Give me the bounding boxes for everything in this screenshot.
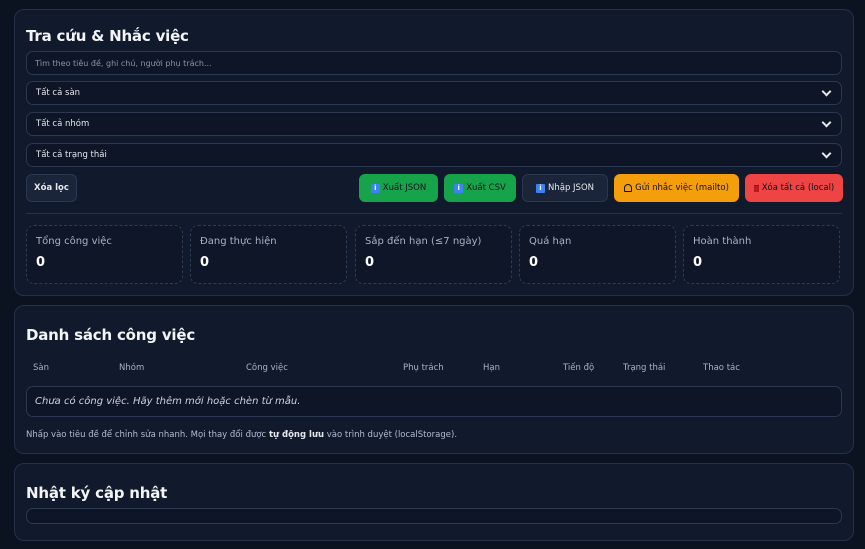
filter-san-select[interactable]: Tất cả sàn (26, 81, 842, 105)
import-json-label: Nhập JSON (547, 183, 594, 193)
delete-all-button[interactable]: Xóa tất cả (local) (745, 174, 843, 202)
update-log-panel: Nhật ký cập nhật (14, 463, 854, 541)
info-icon: i (454, 183, 464, 193)
hint-text-end: vào trình duyệt (localStorage). (324, 430, 458, 440)
column-header-trang-thai[interactable]: Trạng thái (623, 363, 665, 373)
hint-bold-text: tự động lưu (268, 430, 325, 440)
filter-nhom-select[interactable]: Tất cả nhóm (26, 112, 842, 136)
filter-san-value: Tất cả sàn (36, 88, 81, 98)
update-log-title: Nhật ký cập nhật (26, 484, 168, 502)
column-header-nhom[interactable]: Nhóm (119, 363, 144, 373)
column-header-phu-trach[interactable]: Phụ trách (403, 363, 444, 373)
search-panel-title: Tra cứu & Nhắc việc (26, 27, 189, 45)
chevron-down-icon (821, 148, 832, 158)
export-csv-label: Xuất CSV (466, 183, 506, 193)
export-json-button[interactable]: i Xuất JSON (359, 174, 438, 202)
column-header-cong-viec[interactable]: Công việc (246, 363, 288, 373)
search-input[interactable] (26, 51, 842, 75)
empty-state-row: Chưa có công việc. Hãy thêm mới hoặc chè… (26, 386, 842, 417)
stat-overdue: Quá hạn 0 (519, 225, 676, 284)
column-header-san[interactable]: Sàn (33, 363, 49, 373)
send-reminder-button[interactable]: Gửi nhắc việc (mailto) (614, 174, 739, 202)
delete-all-label: Xóa tất cả (local) (761, 183, 835, 193)
clear-filter-button[interactable]: Xóa lọc (26, 174, 77, 202)
stat-value: 0 (529, 255, 539, 270)
filter-status-value: Tất cả trạng thái (36, 150, 107, 160)
stat-due-soon: Sắp đến hạn (≤7 ngày) 0 (355, 225, 512, 284)
clear-filter-label: Xóa lọc (34, 183, 69, 193)
column-header-han[interactable]: Hạn (483, 363, 500, 373)
task-list-panel: Danh sách công việc Sàn Nhóm Công việc P… (14, 305, 854, 454)
trash-icon (753, 184, 759, 192)
task-list-title: Danh sách công việc (26, 326, 196, 344)
hint-text: Nhấp vào tiêu đề để chỉnh sửa nhanh. Mọi… (26, 430, 269, 440)
chevron-down-icon (821, 117, 832, 127)
stat-value: 0 (36, 255, 46, 270)
stat-value: 0 (200, 255, 210, 270)
column-header-tien-do[interactable]: Tiến độ (563, 363, 594, 373)
autosave-hint: Nhấp vào tiêu đề để chỉnh sửa nhanh. Mọi… (26, 430, 457, 440)
column-header-thao-tac: Thao tác (703, 363, 740, 373)
export-json-label: Xuất JSON (382, 183, 427, 193)
stat-value: 0 (365, 255, 375, 270)
stat-value: 0 (693, 255, 703, 270)
stat-label: Quá hạn (529, 236, 572, 247)
stat-in-progress: Đang thực hiện 0 (190, 225, 347, 284)
export-csv-button[interactable]: i Xuất CSV (444, 174, 516, 202)
bell-icon (624, 184, 633, 192)
info-icon: i (535, 183, 545, 193)
filter-nhom-value: Tất cả nhóm (36, 119, 90, 129)
stat-label: Đang thực hiện (200, 236, 277, 247)
update-log-box[interactable] (26, 508, 842, 524)
divider (26, 213, 842, 214)
info-icon: i (370, 183, 380, 193)
stat-completed: Hoàn thành 0 (683, 225, 840, 284)
filter-status-select[interactable]: Tất cả trạng thái (26, 143, 842, 167)
import-json-button[interactable]: i Nhập JSON (522, 174, 608, 202)
chevron-down-icon (821, 86, 832, 96)
stat-label: Tổng công việc (36, 236, 112, 247)
stat-total-tasks: Tổng công việc 0 (26, 225, 183, 284)
stat-label: Hoàn thành (693, 236, 752, 247)
stat-label: Sắp đến hạn (≤7 ngày) (365, 236, 482, 247)
send-reminder-label: Gửi nhắc việc (mailto) (635, 183, 729, 193)
search-reminder-panel: Tra cứu & Nhắc việc Tất cả sàn Tất cả nh… (14, 9, 854, 296)
